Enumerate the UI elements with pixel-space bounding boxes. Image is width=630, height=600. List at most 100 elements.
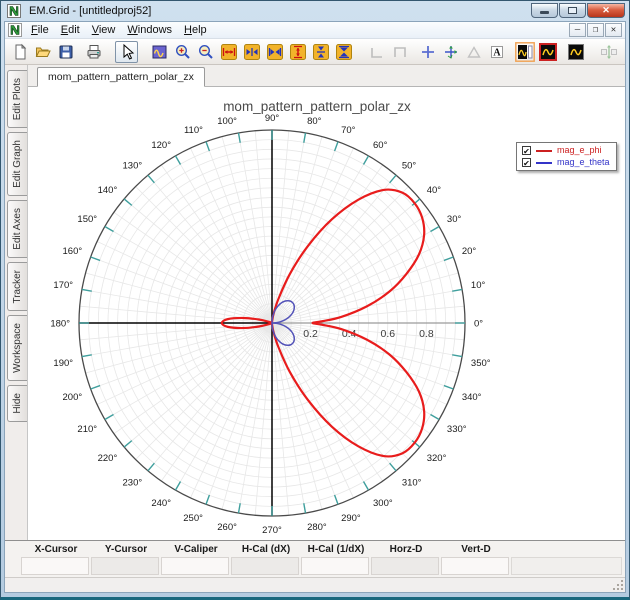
mdi-minimize-button[interactable]: –	[569, 23, 586, 37]
open-file-button[interactable]	[31, 41, 54, 63]
tracker-column-header: Horz-D	[389, 543, 423, 555]
tracker-column-header: V-Caliper	[174, 543, 218, 555]
zoom-in-button[interactable]	[171, 41, 194, 63]
minimize-button[interactable]	[531, 2, 558, 18]
angle-label: 350°	[471, 358, 491, 369]
fit-height-button[interactable]	[286, 41, 309, 63]
mdi-close-button[interactable]: ✕	[605, 23, 622, 37]
zoom-window-button[interactable]	[148, 41, 171, 63]
app-window: EM.Grid - [untitledproj52] ✕ File Edit Vie…	[0, 0, 630, 600]
radial-tick-label: 0.2	[303, 328, 318, 340]
fit-width-button[interactable]	[217, 41, 240, 63]
text-label-button[interactable]: A	[485, 41, 508, 63]
zoom-out-button[interactable]	[194, 41, 217, 63]
document-icon	[8, 23, 22, 37]
angle-label: 30°	[447, 214, 462, 225]
distribute-vertical-icon	[600, 44, 617, 59]
plot-window-button[interactable]	[564, 41, 587, 63]
sidebar: Edit Plots Edit Graph Edit Axes Tracker Work…	[5, 65, 27, 540]
svg-text:A: A	[493, 47, 501, 58]
window-title: EM.Grid - [untitledproj52]	[29, 5, 152, 17]
new-document-button[interactable]	[8, 41, 31, 63]
menu-bar: File Edit View Windows Help – ❐ ✕	[5, 22, 625, 39]
corner-upper-button[interactable]	[388, 41, 411, 63]
sidebar-tab-edit-graph[interactable]: Edit Graph	[7, 132, 27, 197]
shrink-horizontal-button[interactable]	[263, 41, 286, 63]
legend-label: mag_e_theta	[557, 157, 610, 167]
sidebar-tab-hide[interactable]: Hide	[7, 385, 27, 422]
plot-window-active-button[interactable]	[536, 41, 559, 63]
window-frame: File Edit View Windows Help – ❐ ✕ A Edit…	[4, 21, 626, 593]
pointer-tool-button[interactable]	[115, 40, 138, 63]
triangle-marker-button[interactable]	[462, 41, 485, 63]
expand-horizontal-icon	[243, 43, 260, 60]
angle-label: 180°	[50, 319, 70, 330]
title-bar: EM.Grid - [untitledproj52] ✕	[1, 1, 629, 21]
angle-label: 60°	[373, 140, 388, 151]
sidebar-tab-label: Edit Plots	[11, 78, 23, 121]
angle-label: 240°	[151, 498, 171, 509]
menu-item-edit[interactable]: Edit	[55, 23, 86, 37]
angle-label: 330°	[447, 424, 467, 435]
angle-label: 230°	[123, 478, 143, 489]
tracker-value-cell	[441, 557, 509, 575]
close-icon: ✕	[602, 4, 610, 15]
tracker-value-cell	[161, 557, 229, 575]
maximize-button[interactable]	[559, 2, 586, 18]
angle-label: 40°	[427, 185, 442, 196]
distribute-vertical-button[interactable]	[597, 41, 620, 63]
angle-label: 190°	[53, 358, 73, 369]
menu-item-help[interactable]: Help	[178, 23, 213, 37]
angle-label: 200°	[63, 392, 83, 403]
angle-label: 320°	[427, 453, 447, 464]
fit-width-icon	[220, 43, 237, 60]
angle-label: 210°	[77, 424, 97, 435]
document-tab[interactable]: mom_pattern_pattern_polar_zx	[37, 67, 205, 87]
shrink-horizontal-icon	[266, 43, 283, 60]
save-button[interactable]	[54, 41, 77, 63]
expand-horizontal-button[interactable]	[240, 41, 263, 63]
sidebar-tab-edit-plots[interactable]: Edit Plots	[7, 70, 27, 129]
text-label-icon: A	[490, 45, 503, 58]
tracker-value-cell	[91, 557, 159, 575]
plot-strip-button[interactable]	[513, 41, 536, 63]
tracker-value-cell	[21, 557, 89, 575]
expand-vertical-button[interactable]	[309, 41, 332, 63]
resize-grip-icon[interactable]	[612, 579, 624, 591]
mdi-restore-button[interactable]: ❐	[587, 23, 604, 37]
menu-item-view[interactable]: View	[86, 23, 122, 37]
print-icon	[87, 44, 100, 58]
angle-label: 270°	[262, 525, 282, 536]
axes-marker-button[interactable]	[439, 41, 462, 63]
angle-label: 80°	[307, 116, 322, 127]
angle-label: 100°	[217, 116, 237, 127]
angle-label: 140°	[98, 185, 118, 196]
status-bar	[5, 577, 625, 592]
angle-label: 300°	[373, 498, 393, 509]
menu-item-file[interactable]: File	[25, 23, 55, 37]
legend-checkbox[interactable]: ✔	[522, 146, 531, 156]
print-button[interactable]	[82, 41, 105, 63]
document-tabstrip: mom_pattern_pattern_polar_zx	[28, 65, 625, 87]
angle-label: 250°	[183, 513, 203, 524]
angle-label: 70°	[341, 125, 356, 136]
corner-lower-icon	[370, 47, 382, 58]
menu-item-windows[interactable]: Windows	[121, 23, 178, 37]
plot-window-icon	[567, 43, 584, 60]
tracker-bar: X-Cursor Y-Cursor V-Caliper H-Cal (dX) H-Cal…	[5, 540, 625, 577]
corner-lower-button[interactable]	[365, 41, 388, 63]
sidebar-tab-tracker[interactable]: Tracker	[7, 261, 27, 312]
sidebar-tab-edit-axes[interactable]: Edit Axes	[7, 200, 27, 258]
shrink-vertical-button[interactable]	[332, 41, 355, 63]
pointer-icon	[123, 43, 134, 60]
plot-area[interactable]: 0° 10° 20° 30° 40° 50° 60° 70° 80° 90° 100° 110° 120…	[28, 87, 625, 540]
fit-height-icon	[289, 43, 306, 60]
tracker-value-cell	[371, 557, 439, 575]
cross-marker-button[interactable]	[416, 41, 439, 63]
angle-label: 170°	[53, 280, 73, 291]
tracker-value-cell	[301, 557, 369, 575]
close-button[interactable]: ✕	[587, 2, 625, 18]
sidebar-tab-workspace[interactable]: Workspace	[7, 315, 27, 382]
legend-checkbox[interactable]: ✔	[522, 158, 531, 168]
angle-label: 260°	[217, 522, 237, 533]
